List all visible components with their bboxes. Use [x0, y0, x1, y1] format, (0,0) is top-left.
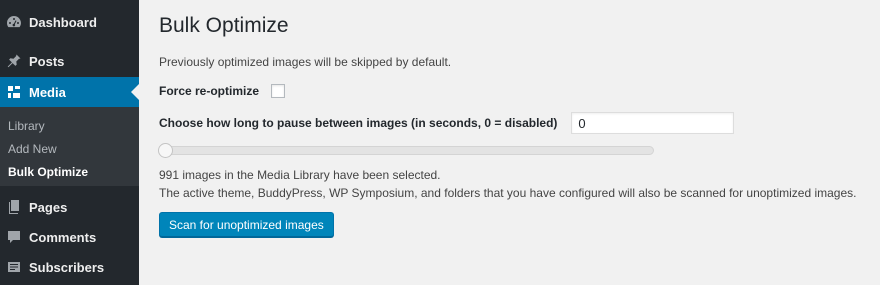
force-reoptimize-checkbox[interactable]: [271, 84, 286, 98]
pause-label: Choose how long to pause between images …: [159, 116, 558, 130]
main-content: Bulk Optimize Previously optimized image…: [158, 0, 880, 285]
menu-item-posts[interactable]: Posts: [0, 46, 139, 76]
intro-text: Previously optimized images will be skip…: [159, 55, 452, 69]
admin-sidebar: Dashboard Posts Media Library Add New Bu…: [0, 0, 139, 285]
pin-icon: [6, 53, 22, 69]
menu-item-pages[interactable]: Pages: [0, 192, 139, 222]
menu-item-media[interactable]: Media: [0, 77, 139, 107]
comment-icon: [6, 229, 22, 245]
menu-label-comments: Comments: [29, 229, 97, 245]
scan-button[interactable]: Scan for unoptimized images: [159, 212, 334, 237]
pause-slider[interactable]: [158, 143, 654, 158]
scan-scope-text: The active theme, BuddyPress, WP Symposi…: [159, 186, 857, 200]
menu-label-media: Media: [29, 84, 66, 100]
menu-label-pages: Pages: [29, 199, 68, 215]
force-reoptimize-label: Force re-optimize: [159, 84, 260, 98]
selected-count-text: 991 images in the Media Library have bee…: [159, 168, 441, 182]
media-submenu: Library Add New Bulk Optimize: [0, 107, 139, 186]
pause-slider-handle[interactable]: [158, 143, 173, 158]
submenu-item-bulk-optimize[interactable]: Bulk Optimize: [0, 161, 139, 184]
submenu-item-library[interactable]: Library: [0, 115, 139, 138]
pause-row: Choose how long to pause between images …: [159, 112, 735, 134]
current-menu-arrow: [131, 84, 139, 100]
media-icon: [6, 84, 22, 100]
dashboard-icon: [6, 14, 22, 30]
menu-item-dashboard[interactable]: Dashboard: [0, 7, 139, 37]
menu-label-subscribers: Subscribers: [29, 259, 105, 275]
page-title: Bulk Optimize: [159, 14, 289, 37]
submenu-item-add-new[interactable]: Add New: [0, 138, 139, 161]
menu-item-subscribers[interactable]: Subscribers: [0, 252, 139, 282]
menu-label-posts: Posts: [29, 53, 65, 69]
pages-icon: [6, 199, 22, 215]
force-reoptimize-row: Force re-optimize: [159, 84, 286, 98]
menu-item-comments[interactable]: Comments: [0, 222, 139, 252]
menu-label-dashboard: Dashboard: [29, 14, 97, 30]
pause-seconds-input[interactable]: [571, 112, 735, 134]
subscribers-icon: [6, 259, 22, 275]
